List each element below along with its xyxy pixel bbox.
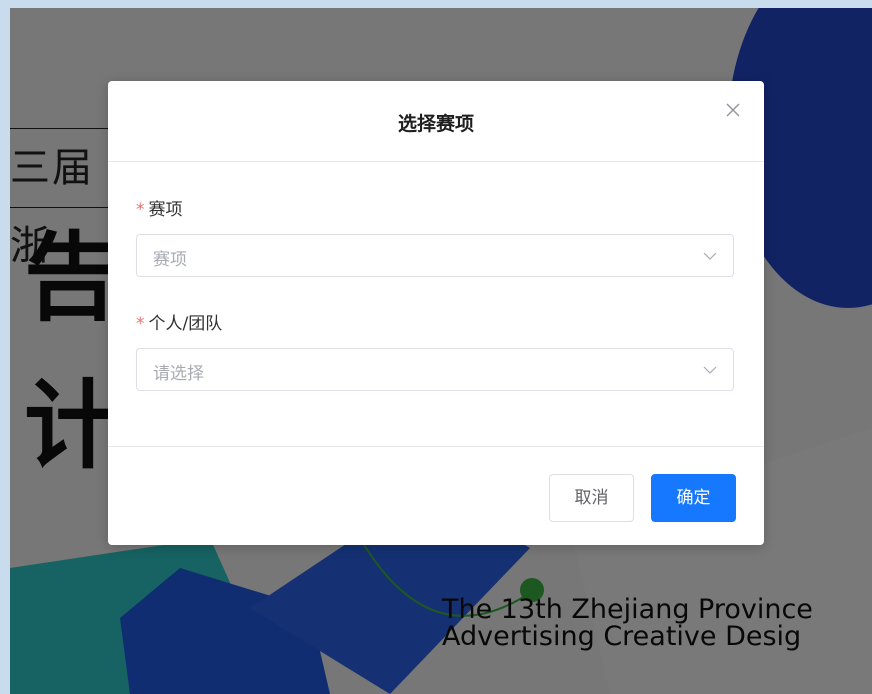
event-select-placeholder: 赛项 [153, 250, 187, 270]
team-select[interactable]: 请选择 [136, 348, 734, 391]
confirm-button[interactable]: 确定 [651, 474, 736, 522]
event-select[interactable]: 赛项 [136, 234, 734, 277]
team-field-label: * 个人/团队 [136, 309, 222, 334]
cancel-button[interactable]: 取消 [549, 474, 634, 522]
dialog-header: 选择赛项 [108, 81, 764, 162]
chevron-down-icon [703, 252, 717, 260]
event-field-label: * 赛项 [136, 195, 183, 220]
event-label-text: 赛项 [148, 200, 183, 220]
close-button[interactable] [724, 101, 742, 119]
close-icon [726, 103, 740, 117]
team-select-placeholder: 请选择 [153, 364, 204, 384]
select-event-dialog: 选择赛项 * 赛项 赛项 * 个人/团队 请选择 取消 确定 [108, 81, 764, 545]
chevron-down-icon [703, 366, 717, 374]
required-mark: * [136, 200, 145, 220]
team-label-text: 个人/团队 [148, 314, 223, 334]
dialog-footer: 取消 确定 [108, 446, 764, 546]
dialog-title: 选择赛项 [397, 113, 474, 135]
required-mark: * [136, 314, 145, 334]
